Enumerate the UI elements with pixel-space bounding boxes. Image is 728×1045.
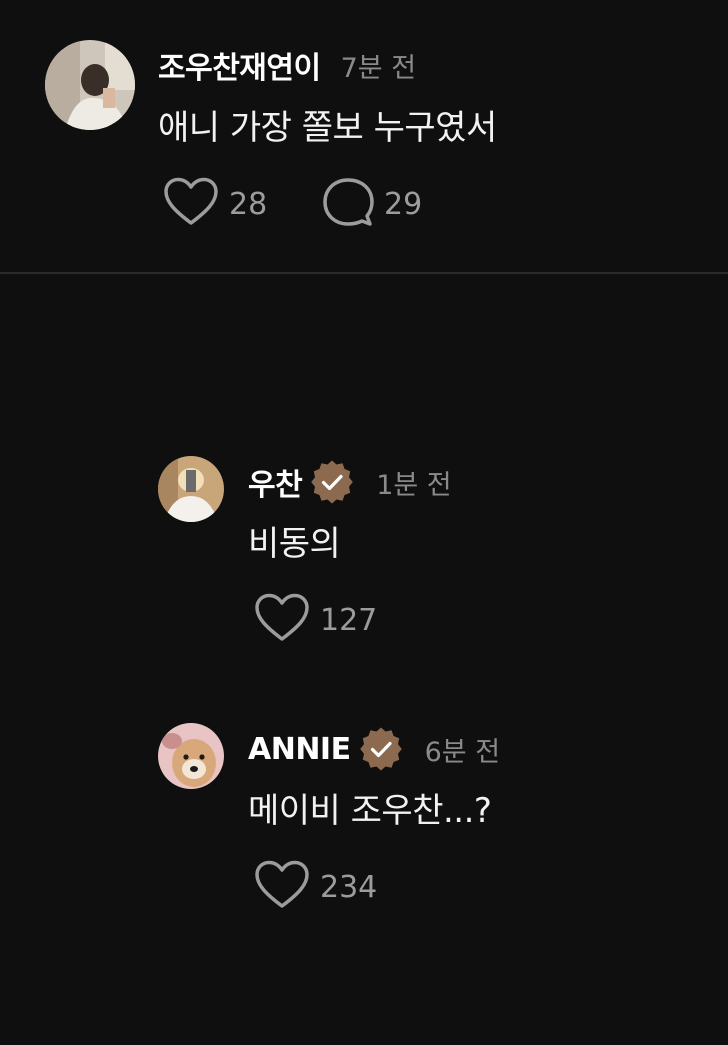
avatar[interactable] bbox=[158, 723, 224, 789]
username[interactable]: 우찬 bbox=[248, 460, 303, 504]
like-count: 127 bbox=[320, 602, 378, 638]
heart-icon bbox=[254, 859, 310, 915]
comment-count: 29 bbox=[384, 186, 423, 222]
timestamp: 6분 전 bbox=[424, 736, 501, 768]
like-button[interactable]: 127 bbox=[254, 592, 377, 648]
username[interactable]: 조우찬재연이 bbox=[158, 43, 321, 87]
timestamp: 7분 전 bbox=[340, 52, 417, 84]
post-text: 애니 가장 쫄보 누구였서 bbox=[158, 108, 497, 148]
heart-icon bbox=[163, 176, 219, 232]
verified-badge-icon bbox=[310, 460, 354, 504]
like-button[interactable]: 28 bbox=[163, 176, 267, 232]
heart-icon bbox=[254, 592, 310, 648]
reply-text: 메이비 조우찬...? bbox=[248, 791, 492, 831]
like-count: 28 bbox=[229, 186, 268, 222]
avatar[interactable] bbox=[158, 456, 224, 522]
verified-badge-icon bbox=[359, 727, 403, 771]
comment-button[interactable]: 29 bbox=[322, 176, 422, 232]
comment-bubble-icon bbox=[322, 176, 374, 232]
main-post: 조우찬재연이 7분 전 애니 가장 쫄보 누구였서 28 29 bbox=[0, 0, 728, 272]
like-button[interactable]: 234 bbox=[254, 859, 377, 915]
like-count: 234 bbox=[320, 869, 378, 905]
username[interactable]: ANNIE bbox=[248, 732, 351, 767]
timestamp: 1분 전 bbox=[376, 469, 452, 501]
divider bbox=[0, 272, 728, 274]
reply-text: 비동의 bbox=[248, 524, 341, 564]
avatar[interactable] bbox=[45, 40, 135, 130]
